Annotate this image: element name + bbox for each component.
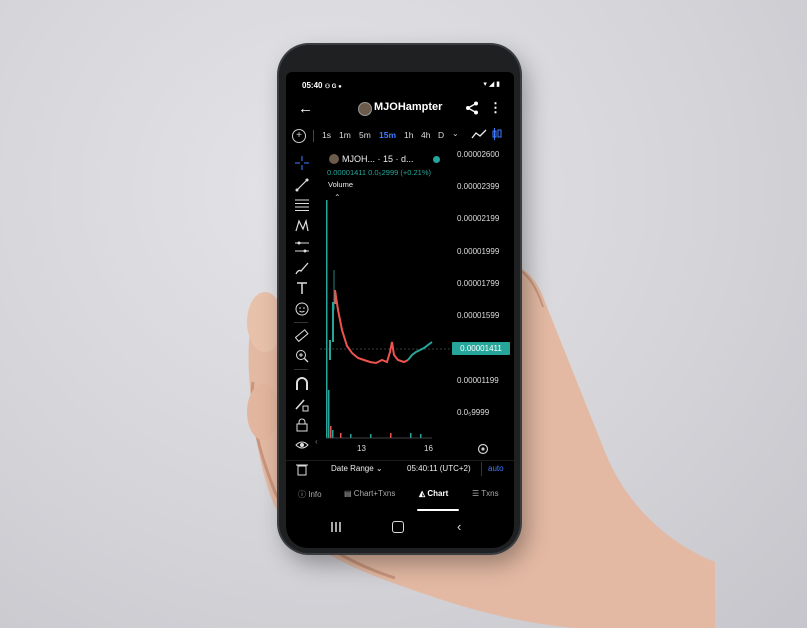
status-bar: 05:40 ⚇ G ● [302, 81, 342, 90]
ruler-icon[interactable] [294, 329, 309, 343]
tab-info[interactable]: ⓘ Info [298, 489, 322, 500]
magnet-icon[interactable] [295, 377, 309, 391]
list-icon: ☰ [472, 489, 480, 498]
lock-icon[interactable] [295, 418, 309, 432]
price-tick: 0.00002399 [457, 182, 500, 191]
tab-label: Chart+Txns [353, 489, 396, 498]
more-vertical-icon[interactable]: ⋮ [489, 100, 502, 116]
share-icon[interactable] [465, 101, 479, 115]
tab-label: Txns [481, 489, 499, 498]
fib-retracement-icon[interactable] [295, 198, 309, 212]
volume-bars [326, 200, 432, 439]
symbol-name: MJOH... [342, 154, 375, 164]
lock-drawing-icon[interactable] [295, 398, 309, 412]
home-icon[interactable] [392, 521, 404, 533]
timeframe-15m[interactable]: 15m [379, 130, 396, 140]
symbol-avatar [329, 154, 339, 164]
price-series-down [334, 289, 409, 365]
divider [313, 130, 314, 142]
chart-settings-icon[interactable] [477, 443, 489, 455]
token-avatar [358, 102, 372, 116]
pattern-icon[interactable] [295, 218, 309, 233]
x-axis-tick: 16 [424, 444, 433, 453]
price-change-line: 0.00001411 0.0₅2999 (+0.21%) [327, 168, 432, 177]
timeframe-d[interactable]: D [438, 130, 444, 140]
back-arrow-icon[interactable]: ← [298, 100, 313, 117]
token-title: MJOHampter [374, 101, 443, 113]
timeframe-1m[interactable]: 1m [339, 130, 351, 140]
emoji-icon[interactable] [295, 302, 309, 316]
price-tick: 0.00002600 [457, 150, 500, 159]
prediction-icon[interactable] [295, 240, 309, 254]
x-axis-tick: 13 [357, 444, 366, 453]
drawing-toolbar [286, 150, 314, 480]
symbol-legend[interactable]: MJOH... · 15 · d... [342, 154, 414, 164]
scroll-left-icon[interactable]: ‹ [315, 437, 318, 446]
chart-clock[interactable]: 05:40:11 (UTC+2) [407, 464, 471, 473]
eye-icon[interactable] [295, 438, 309, 452]
price-tick: 0.00001199 [457, 376, 499, 385]
timeframe-4h[interactable]: 4h [421, 130, 430, 140]
volume-label: Volume [328, 180, 354, 189]
status-indicators: ⚇ G ● [324, 84, 342, 90]
timeframe-dropdown[interactable]: ⌄ [452, 129, 459, 138]
recent-apps-icon[interactable] [330, 522, 342, 532]
timeframe-5m[interactable]: 5m [359, 130, 371, 140]
tab-label: Info [308, 490, 322, 499]
info-icon: ⓘ [298, 490, 306, 499]
price-tick: 0.00001599 [457, 311, 500, 320]
price-tick: 0.00001999 [457, 247, 500, 256]
price-tick: 0.00002199 [457, 214, 500, 223]
chart-area-icon: ◭ [419, 489, 426, 498]
date-range-dropdown[interactable]: Date Range ⌄ [331, 464, 383, 473]
brush-icon[interactable] [295, 261, 309, 275]
text-tool-icon[interactable] [295, 281, 309, 295]
tab-txns[interactable]: ☰ Txns [472, 489, 499, 498]
tab-chart-txns[interactable]: ▤ Chart+Txns [344, 489, 395, 498]
live-status-dot [433, 156, 440, 163]
system-navigation-bar: ‹ [286, 518, 514, 540]
status-right-icons: ▾ ◢ ▮ [483, 81, 500, 88]
crosshair-icon[interactable] [295, 156, 309, 170]
current-price-badge: 0.00001411 [452, 342, 510, 355]
chart-bottom-bar [286, 460, 514, 481]
line-chart-icon[interactable] [471, 127, 487, 141]
tab-label: Chart [427, 489, 449, 498]
candles [329, 270, 336, 360]
active-tab-indicator [417, 509, 459, 511]
table-icon: ▤ [344, 489, 352, 498]
status-time: 05:40 [302, 81, 323, 90]
symbol-interval: · 15 · d... [377, 154, 414, 164]
price-tick: 0.00001799 [457, 279, 500, 288]
price-chart[interactable] [320, 190, 450, 440]
zoom-in-icon[interactable] [295, 349, 309, 363]
back-icon[interactable]: ‹ [457, 519, 461, 534]
trend-line-icon[interactable] [295, 178, 309, 192]
price-series-up [407, 341, 433, 361]
price-tick: 0.0₅9999 [457, 408, 490, 417]
timeframe-1s[interactable]: 1s [322, 130, 331, 140]
toolbar-divider [294, 322, 308, 323]
bottom-tabs: ⓘ Info ▤ Chart+Txns ◭ Chart ☰ Txns [286, 484, 514, 511]
add-indicator-icon[interactable]: + [292, 129, 306, 143]
tab-chart[interactable]: ◭ Chart [419, 489, 448, 498]
divider [481, 462, 482, 476]
timeframe-1h[interactable]: 1h [404, 130, 413, 140]
toolbar-divider [294, 369, 308, 370]
auto-scale-button[interactable]: auto [488, 464, 504, 473]
phone-screen: 05:40 ⚇ G ● ▾ ◢ ▮ ← MJOHampter ⋮ + 1s 1m… [286, 72, 514, 548]
candle-chart-icon[interactable] [492, 127, 502, 141]
